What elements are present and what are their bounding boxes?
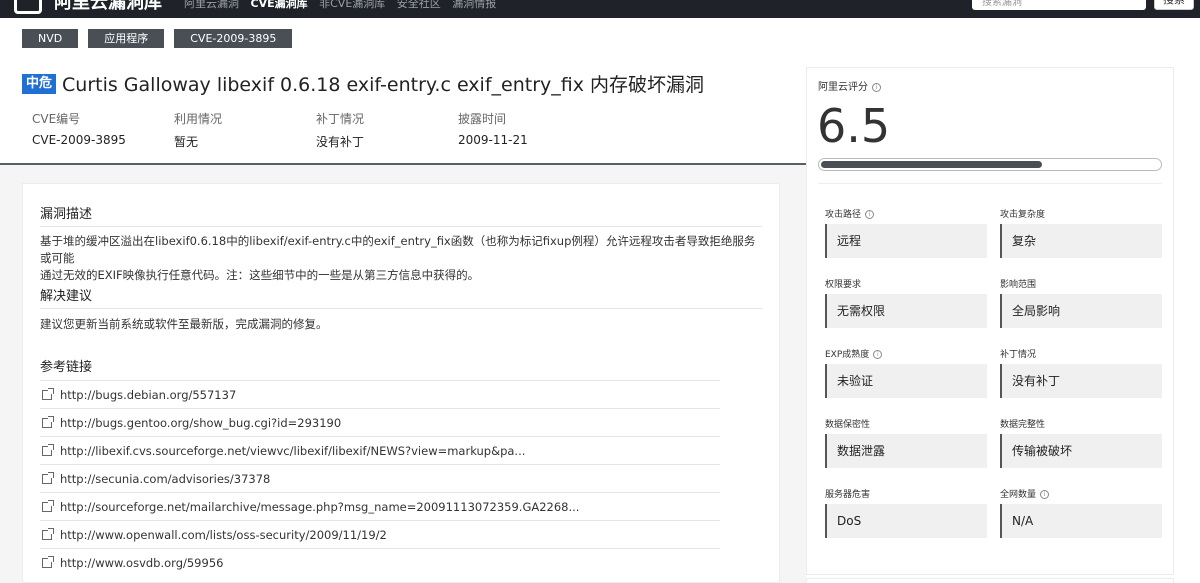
reference-link[interactable]: http://bugs.gentoo.org/show_bug.cgi?id=2…	[40, 408, 720, 436]
external-link-icon	[42, 387, 54, 400]
metric-label: 全网数量 i	[1000, 487, 1050, 500]
info-icon[interactable]: i	[872, 82, 881, 92]
metric-label-text: 影响范围	[1000, 280, 1037, 290]
nav-item-community[interactable]: 安全社区	[397, 0, 441, 10]
external-link-icon	[42, 415, 54, 428]
metric-label: 补丁情况	[1000, 347, 1036, 360]
meta-value: 暂无	[174, 135, 199, 149]
page-title: Curtis Galloway libexif 0.6.18 exif-entr…	[62, 74, 705, 96]
metric-label: 影响范围	[1000, 277, 1036, 290]
metric-value: 未验证	[825, 364, 987, 398]
nav-item-aliyun[interactable]: 阿里云漏洞	[184, 0, 239, 10]
metric-label: 服务器危害	[825, 487, 870, 500]
reference-link[interactable]: http://www.osvdb.org/59956	[40, 548, 720, 576]
search-input[interactable]: 搜索漏洞	[972, 0, 1146, 10]
section-divider	[40, 226, 762, 227]
meta-label: 披露时间	[458, 112, 507, 126]
nav-item-intel[interactable]: 漏洞情报	[452, 0, 496, 10]
solution-text: 建议您更新当前系统或软件至最新版，完成漏洞的修复。	[40, 317, 328, 331]
metric-label-text: 攻击路径	[825, 210, 862, 220]
meta-value: 没有补丁	[316, 135, 365, 149]
external-link-icon	[42, 555, 54, 568]
metric-label-text: EXP成熟度	[825, 350, 870, 360]
meta-exploit: 利用情况 暂无	[174, 110, 316, 150]
section-divider	[40, 308, 762, 309]
external-link-icon	[42, 443, 54, 456]
score-value: 6.5	[817, 99, 891, 153]
meta-cve: CVE编号 CVE-2009-3895	[32, 110, 174, 150]
meta-label: 利用情况	[174, 112, 223, 126]
external-link-icon	[42, 499, 54, 512]
info-icon[interactable]: i	[873, 350, 883, 359]
meta-disclosed: 披露时间 2009-11-21	[458, 110, 600, 150]
external-link-icon	[42, 471, 54, 484]
reference-link[interactable]: http://bugs.debian.org/557137	[40, 380, 720, 408]
metric-value: 复杂	[1000, 224, 1162, 258]
site-logo[interactable]: 阿里云漏洞库	[14, 0, 162, 14]
references-title: 参考链接	[40, 360, 93, 375]
meta-value: 2009-11-21	[458, 133, 528, 147]
next-panel-edge	[806, 578, 1174, 583]
reference-link[interactable]: http://sourceforge.net/mailarchive/messa…	[40, 492, 720, 520]
external-link-icon	[42, 527, 54, 540]
metric-label: 攻击复杂度	[1000, 207, 1045, 220]
tag-list: NVD 应用程序 CVE-2009-3895	[22, 29, 293, 48]
description-line: 通过无效的EXIF映像执行任意代码。注：这些细节中的一些是从第三方信息中获得的。	[40, 268, 480, 282]
metric-value: 无需权限	[825, 294, 987, 328]
metric-value: N/A	[1000, 504, 1162, 538]
reference-link[interactable]: http://libexif.cvs.sourceforge.net/viewv…	[40, 436, 720, 464]
score-label: 阿里云评分 i	[818, 78, 881, 93]
search-button[interactable]: 搜索	[1154, 0, 1194, 10]
metric-value: 没有补丁	[1000, 364, 1162, 398]
reference-link[interactable]: http://www.openwall.com/lists/oss-securi…	[40, 520, 720, 548]
nav-item-cve[interactable]: CVE漏洞库	[251, 0, 308, 10]
reference-list: http://bugs.debian.org/557137 http://bug…	[40, 380, 720, 576]
metric-value: 远程	[825, 224, 987, 258]
tag-nvd[interactable]: NVD	[22, 29, 79, 48]
metric-label: 攻击路径 i	[825, 207, 875, 220]
metric-label-text: 权限要求	[825, 280, 862, 290]
metric-label: 权限要求	[825, 277, 861, 290]
metric-value: 传输被破坏	[1000, 434, 1162, 468]
logo-icon	[14, 0, 42, 14]
severity-badge: 中危	[22, 73, 57, 94]
tag-category[interactable]: 应用程序	[88, 29, 165, 48]
panel-divider	[818, 183, 1162, 184]
metric-label-text: 补丁情况	[1000, 350, 1037, 360]
nav-item-non-cve[interactable]: 非CVE漏洞库	[319, 0, 385, 10]
score-bar-fill	[821, 161, 1042, 168]
metric-value: 全局影响	[1000, 294, 1162, 328]
metric-value: DoS	[825, 504, 987, 538]
description-text: 基于堆的缓冲区溢出在libexif0.6.18中的libexif/exif-en…	[40, 233, 762, 284]
metric-label: 数据保密性	[825, 417, 870, 430]
metric-value: 数据泄露	[825, 434, 987, 468]
info-icon[interactable]: i	[865, 210, 875, 219]
meta-value: CVE-2009-3895	[32, 133, 126, 147]
description-line: 基于堆的缓冲区溢出在libexif0.6.18中的libexif/exif-en…	[40, 234, 756, 265]
metric-label-text: 数据完整性	[1000, 420, 1046, 430]
meta-label: CVE编号	[32, 112, 81, 126]
metric-label: EXP成熟度 i	[825, 347, 883, 360]
metric-label: 数据完整性	[1000, 417, 1045, 430]
metric-label-text: 数据保密性	[825, 420, 871, 430]
description-title: 漏洞描述	[40, 207, 93, 222]
meta-label: 补丁情况	[316, 112, 365, 126]
reference-link[interactable]: http://secunia.com/advisories/37378	[40, 464, 720, 492]
info-icon[interactable]: i	[1040, 490, 1050, 499]
metric-label-text: 服务器危害	[825, 490, 871, 500]
score-bar	[818, 158, 1162, 171]
solution-title: 解决建议	[40, 289, 93, 304]
tag-cve-id[interactable]: CVE-2009-3895	[174, 29, 293, 48]
top-navbar: 阿里云漏洞库 阿里云漏洞 CVE漏洞库 非CVE漏洞库 安全社区 漏洞情报 搜索…	[0, 0, 1200, 18]
metric-label-text: 全网数量	[1000, 490, 1037, 500]
metric-label-text: 攻击复杂度	[1000, 210, 1046, 220]
vuln-meta: CVE编号 CVE-2009-3895 利用情况 暂无 补丁情况 没有补丁 披露…	[32, 110, 600, 150]
meta-patch: 补丁情况 没有补丁	[316, 110, 458, 150]
vuln-title-row: 中危 Curtis Galloway libexif 0.6.18 exif-e…	[22, 70, 704, 97]
main-nav: 阿里云漏洞 CVE漏洞库 非CVE漏洞库 安全社区 漏洞情报	[184, 0, 504, 11]
